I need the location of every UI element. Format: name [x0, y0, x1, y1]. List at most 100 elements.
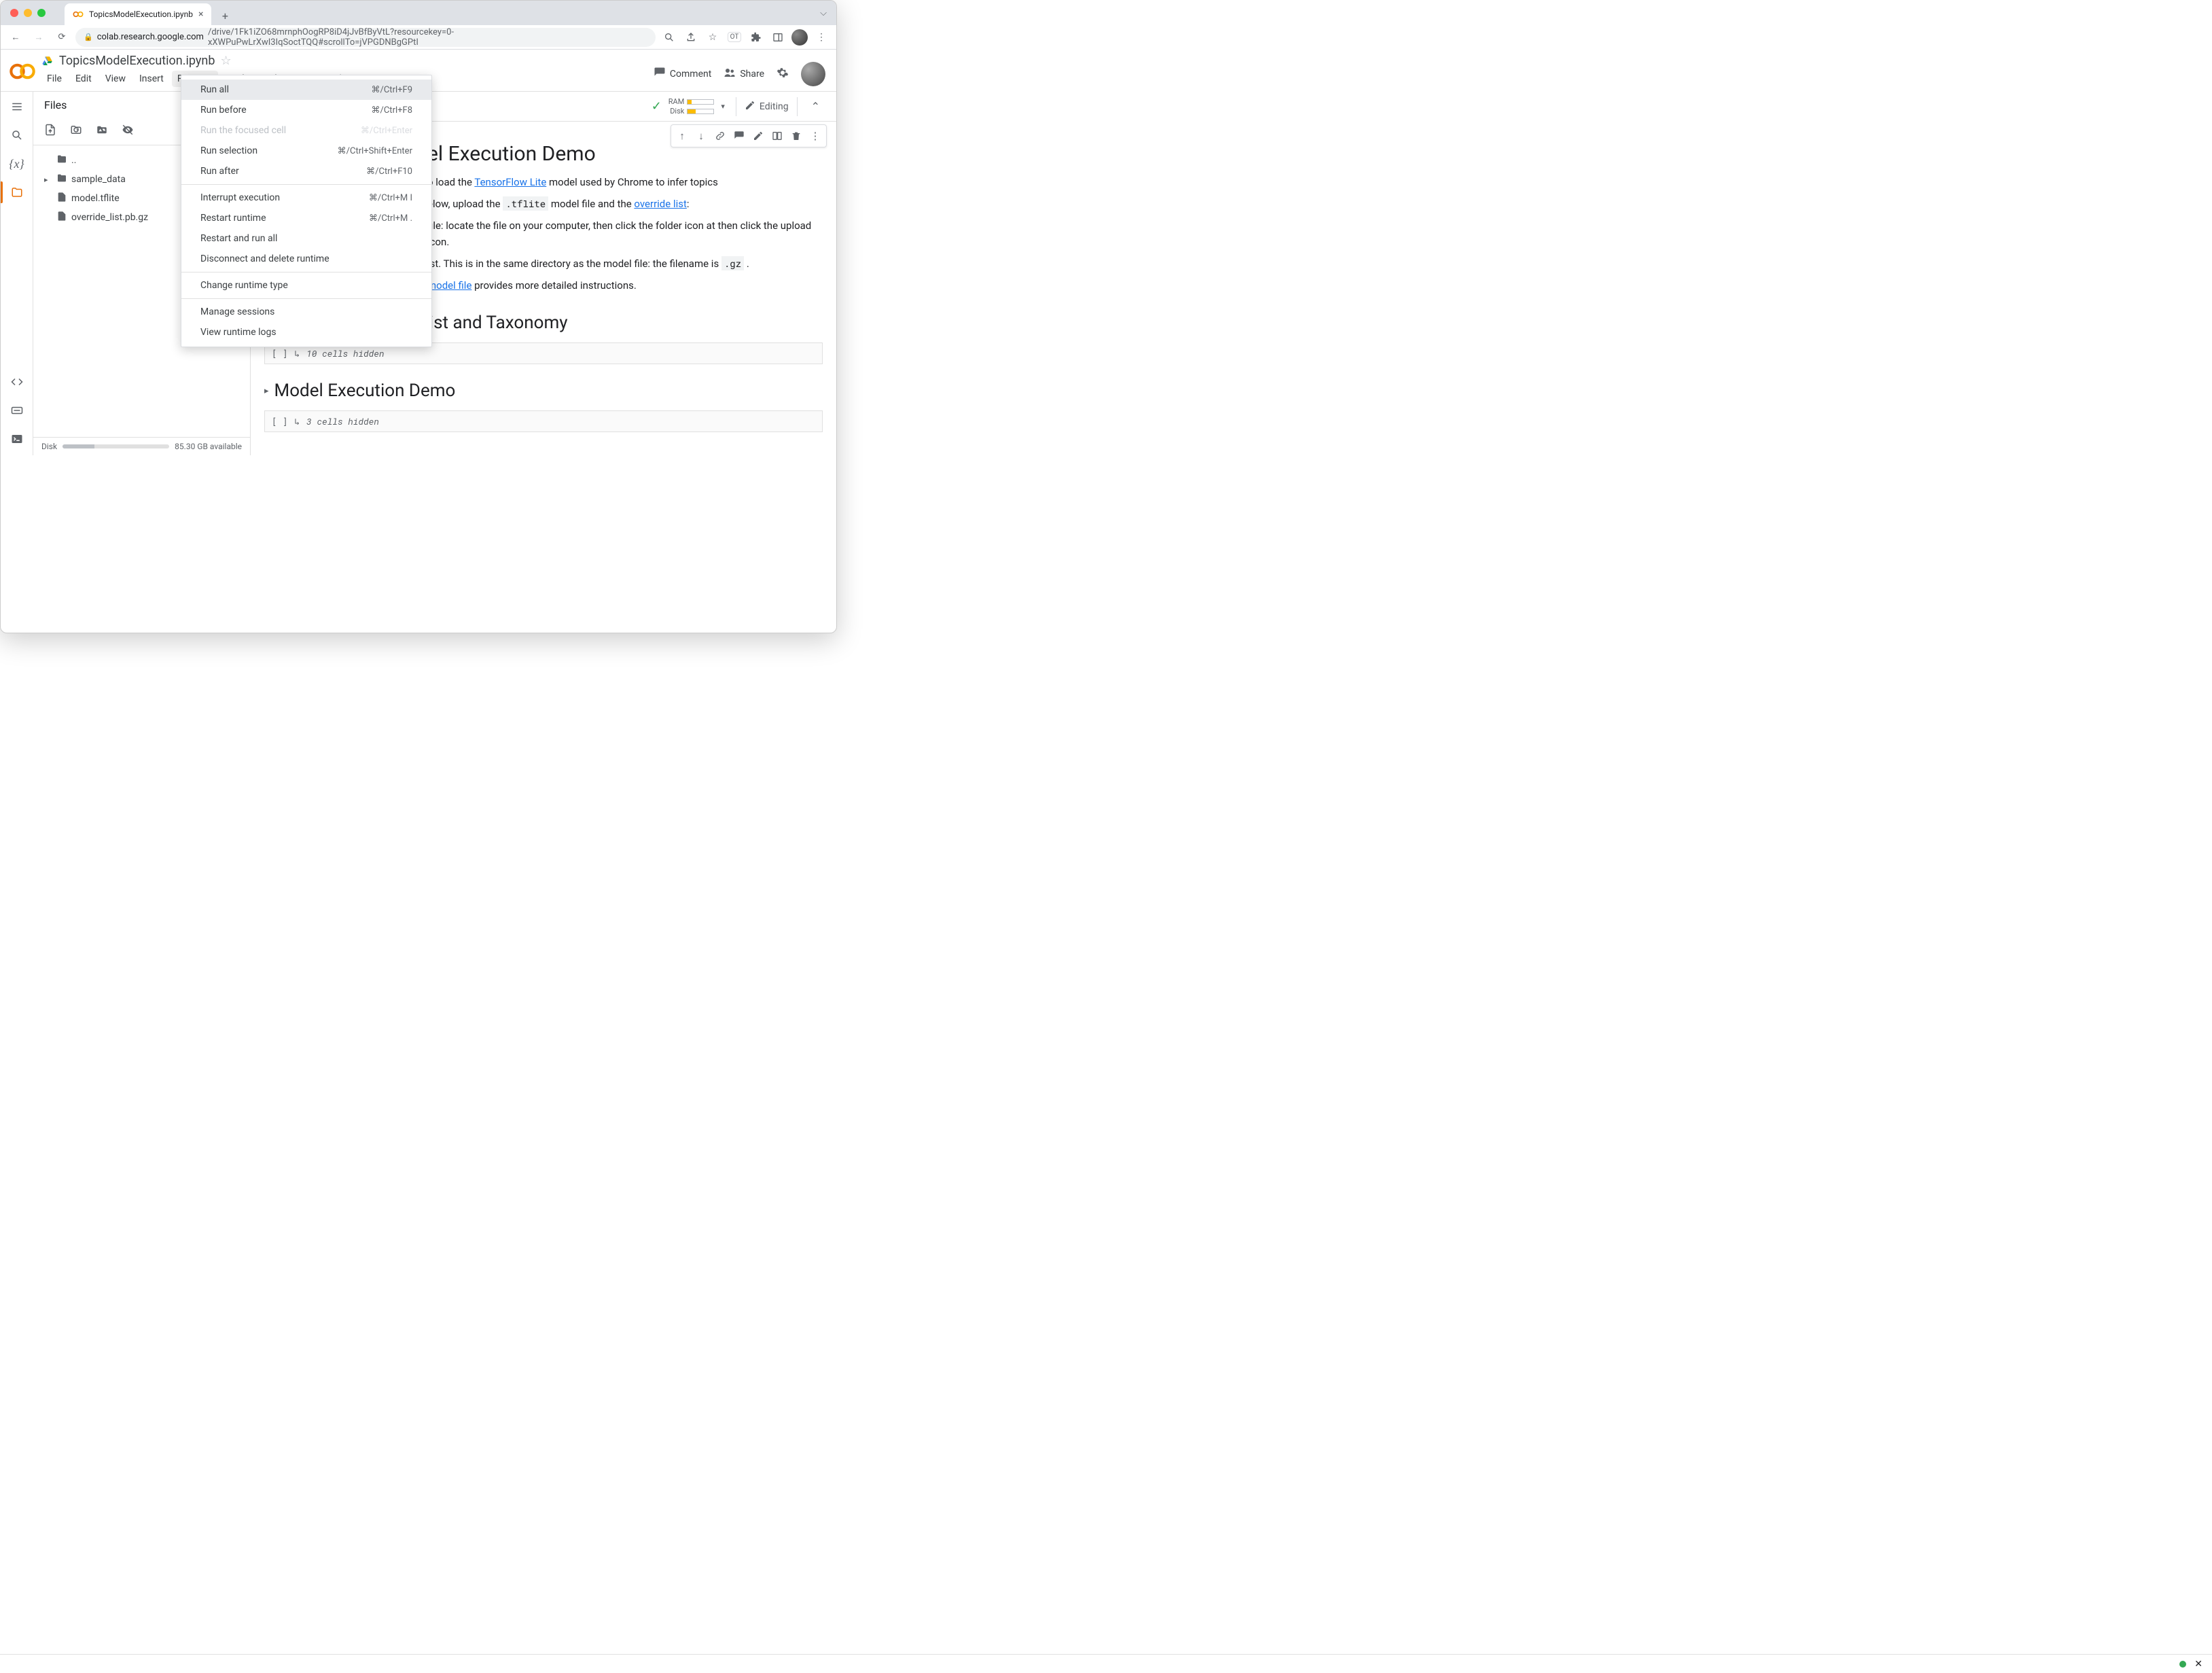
folder-up-icon [56, 154, 67, 167]
search-icon[interactable] [9, 127, 25, 143]
window-title-bar: TopicsModelExecution.ipynb × + ⌵ [1, 1, 836, 25]
menu-insert[interactable]: Insert [134, 71, 169, 87]
zoom-icon[interactable] [660, 28, 679, 47]
tab-close-icon[interactable]: × [198, 9, 203, 20]
share-button[interactable]: Share [724, 66, 764, 82]
collapse-header-icon[interactable]: ⌃ [806, 97, 825, 116]
bookmark-icon[interactable]: ☆ [703, 28, 722, 47]
colab-icon [73, 9, 84, 20]
comment-icon [654, 66, 666, 82]
comment-button[interactable]: Comment [654, 66, 711, 82]
tab-overflow-button[interactable]: ⌵ [816, 8, 831, 18]
hidden-cells-indicator[interactable]: [ ] ↳ 3 cells hidden [264, 410, 823, 432]
extensions-icon[interactable] [747, 28, 766, 47]
url-host: colab.research.google.com [97, 32, 204, 42]
browser-menu-icon[interactable]: ⋮ [812, 28, 831, 47]
settings-icon[interactable] [777, 66, 789, 82]
side-panel-icon[interactable] [768, 28, 787, 47]
share-icon[interactable] [681, 28, 700, 47]
edit-cell-icon[interactable] [749, 126, 768, 145]
link-icon[interactable] [711, 126, 730, 145]
file-icon [56, 192, 67, 205]
command-palette-icon[interactable] [9, 402, 25, 419]
window-maximize-button[interactable] [37, 9, 46, 17]
left-sidebar: {x} [1, 92, 33, 455]
resource-dropdown-icon[interactable]: ▾ [718, 99, 728, 113]
window-minimize-button[interactable] [24, 9, 32, 17]
forward-button[interactable]: → [29, 28, 48, 47]
move-up-icon[interactable]: ↑ [673, 126, 692, 145]
runtime-menu: Run all⌘/Ctrl+F9 Run before⌘/Ctrl+F8 Run… [181, 75, 432, 347]
chevron-right-icon[interactable]: ▸ [264, 386, 269, 396]
browser-tab[interactable]: TopicsModelExecution.ipynb × [65, 3, 211, 25]
arrow-icon: ↳ [294, 347, 300, 359]
people-icon [724, 66, 736, 82]
section-header[interactable]: ▸ Model Execution Demo [251, 374, 836, 408]
link-override-list[interactable]: override list [634, 198, 686, 210]
reload-button[interactable]: ⟳ [52, 28, 71, 47]
lock-icon: 🔒 [84, 33, 93, 41]
window-close-button[interactable] [10, 9, 18, 17]
menu-edit[interactable]: Edit [70, 71, 97, 87]
cell-toolbar: ↑ ↓ ⋮ [671, 124, 827, 147]
runtime-interrupt[interactable]: Interrupt execution⌘/Ctrl+M I [181, 188, 431, 208]
runtime-restart-run-all[interactable]: Restart and run all [181, 228, 431, 249]
mirror-cell-icon[interactable] [768, 126, 787, 145]
ot-badge[interactable]: OT [725, 28, 744, 47]
variables-icon[interactable]: {x} [9, 156, 25, 172]
move-down-icon[interactable]: ↓ [692, 126, 711, 145]
expand-icon[interactable]: ▸ [44, 175, 52, 184]
cell-paragraph: ist. This is in the same directory as th… [427, 256, 823, 272]
link-tensorflow-lite[interactable]: TensorFlow Lite [474, 176, 546, 188]
user-avatar[interactable] [801, 62, 825, 86]
profile-avatar[interactable] [790, 28, 809, 47]
runtime-run-all[interactable]: Run all⌘/Ctrl+F9 [181, 80, 431, 100]
address-bar[interactable]: 🔒 colab.research.google.com/drive/1Fk1iZ… [75, 28, 656, 47]
cell-paragraph: model file provides more detailed instru… [427, 277, 823, 294]
folder-icon [56, 173, 67, 186]
link-model-file[interactable]: model file [427, 279, 471, 292]
runtime-run-selection[interactable]: Run selection⌘/Ctrl+Shift+Enter [181, 141, 431, 161]
new-tab-button[interactable]: + [215, 6, 234, 25]
url-path: /drive/1Fk1iZO68mrnphOogRP8iD4jJvBfByVtL… [208, 27, 647, 48]
connected-check-icon: ✓ [652, 99, 662, 113]
back-button[interactable]: ← [6, 28, 25, 47]
runtime-change-type[interactable]: Change runtime type [181, 275, 431, 296]
cell-paragraph: o load the TensorFlow Lite model used by… [427, 174, 823, 190]
tab-title: TopicsModelExecution.ipynb [89, 10, 193, 19]
mount-drive-icon[interactable] [96, 124, 108, 139]
disk-usage-bar [63, 444, 169, 448]
runtime-manage-sessions[interactable]: Manage sessions [181, 302, 431, 322]
cell-paragraph: file: locate the file on your computer, … [427, 217, 823, 250]
pencil-icon [745, 100, 755, 113]
disk-status: Disk 85.30 GB available [33, 437, 250, 455]
code-snippets-icon[interactable] [9, 374, 25, 390]
menu-view[interactable]: View [100, 71, 131, 87]
cell-more-icon[interactable]: ⋮ [806, 126, 825, 145]
menu-file[interactable]: File [41, 71, 67, 87]
delete-cell-icon[interactable] [787, 126, 806, 145]
files-icon[interactable] [9, 184, 25, 200]
runtime-run-before[interactable]: Run before⌘/Ctrl+F8 [181, 100, 431, 120]
terminal-icon[interactable] [9, 431, 25, 447]
address-bar-row: ← → ⟳ 🔒 colab.research.google.com/drive/… [1, 25, 836, 50]
runtime-run-after[interactable]: Run after⌘/Ctrl+F10 [181, 161, 431, 181]
upload-file-icon[interactable] [44, 124, 56, 139]
file-icon [56, 211, 67, 224]
cell-paragraph: elow, upload the .tflite model file and … [427, 196, 823, 212]
notebook-title[interactable]: TopicsModelExecution.ipynb [59, 54, 215, 68]
star-icon[interactable]: ☆ [220, 54, 231, 68]
editing-mode-button[interactable]: Editing [745, 100, 789, 113]
runtime-run-focused: Run the focused cell⌘/Ctrl+Enter [181, 120, 431, 141]
runtime-restart[interactable]: Restart runtime⌘/Ctrl+M . [181, 208, 431, 228]
cell-comment-icon[interactable] [730, 126, 749, 145]
drive-icon [41, 55, 54, 67]
toggle-hidden-icon[interactable] [122, 124, 134, 139]
arrow-icon: ↳ [294, 415, 300, 427]
ram-disk-indicator[interactable]: ✓ RAM Disk ▾ [652, 97, 728, 116]
refresh-folder-icon[interactable] [70, 124, 82, 139]
colab-logo[interactable] [9, 58, 36, 85]
runtime-view-logs[interactable]: View runtime logs [181, 322, 431, 342]
toc-icon[interactable] [9, 99, 25, 115]
runtime-disconnect[interactable]: Disconnect and delete runtime [181, 249, 431, 269]
